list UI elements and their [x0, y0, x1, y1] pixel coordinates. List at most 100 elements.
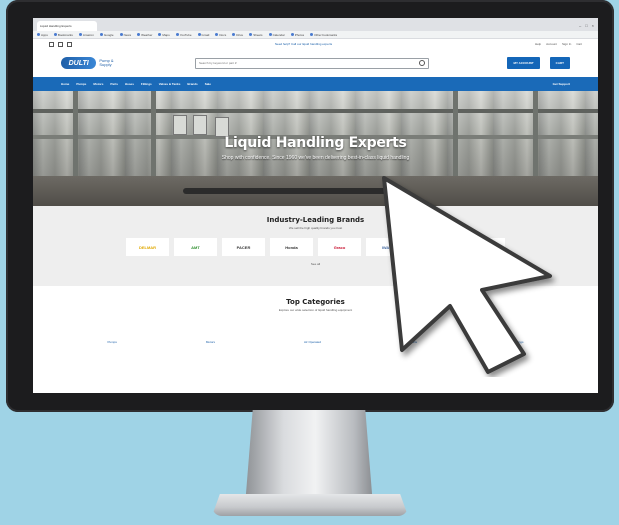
bookmark-label: Photos: [294, 32, 305, 37]
hero-subtitle: Shop with confidence. Since 1960 we've b…: [221, 155, 410, 161]
bookmark-icon: [197, 32, 201, 36]
minimize-icon[interactable]: –: [579, 24, 581, 28]
bookmark-label: Amazon: [82, 32, 94, 37]
bookmark-label: Maps: [162, 32, 170, 37]
nav-item[interactable]: Valves & Tanks: [159, 82, 181, 86]
bookmark-item[interactable]: Weather: [137, 32, 153, 37]
brand-card[interactable]: Honda: [270, 238, 313, 256]
bookmark-label: Weather: [141, 32, 153, 37]
nav-item[interactable]: Brands: [187, 82, 197, 86]
bookmark-icon: [78, 32, 82, 36]
signin-link[interactable]: Sign In: [562, 42, 571, 46]
hero-panel: [193, 115, 207, 135]
cart-button[interactable]: CART: [549, 57, 570, 69]
nav-item[interactable]: Parts: [110, 82, 118, 86]
site-header: DULTI Pump & Supply MY ACCOUNT CART: [33, 49, 598, 77]
bookmark-item[interactable]: Calendar: [268, 32, 285, 37]
category-link[interactable]: Pumps: [107, 340, 116, 344]
bookmark-label: Sheets: [253, 32, 263, 37]
search-box: [195, 57, 429, 69]
bookmark-item[interactable]: Bookmarks: [53, 32, 73, 37]
bookmark-icon: [215, 32, 219, 36]
bookmark-label: YouTube: [179, 32, 192, 37]
bookmark-icon: [249, 32, 253, 36]
nav-item[interactable]: Hoses: [125, 82, 134, 86]
brand-logo: DELMAR: [138, 244, 157, 250]
close-icon[interactable]: ×: [592, 24, 594, 28]
main-nav: Home Pumps Motors Parts Hoses Fittings Valves …: [33, 77, 598, 91]
bookmark-item[interactable]: Apps: [37, 32, 48, 37]
promo-icons: [49, 41, 72, 47]
nav-item[interactable]: Sale: [205, 82, 211, 86]
brand-logo: Honda: [285, 244, 298, 250]
brand-card[interactable]: Graco: [318, 238, 361, 256]
browser-tab[interactable]: Liquid Handling Experts: [37, 21, 97, 31]
bookmark-icon: [232, 32, 236, 36]
nav-item[interactable]: Motors: [93, 82, 103, 86]
nav-support-link[interactable]: Get Support: [553, 82, 570, 86]
cart-link[interactable]: Cart: [576, 42, 582, 46]
bookmark-icon: [37, 32, 40, 36]
bookmark-item[interactable]: Amazon: [78, 32, 94, 37]
search-input[interactable]: [199, 61, 419, 65]
bookmark-item[interactable]: Photos: [290, 32, 305, 37]
category-link[interactable]: Motors: [206, 340, 215, 344]
bookmarks-bar: Apps Bookmarks Amazon Google News Weather Maps…: [33, 31, 598, 39]
bookmark-item[interactable]: Sheets: [249, 32, 263, 37]
hero-panel: [215, 117, 229, 137]
bookmark-icon: [119, 32, 123, 36]
category-link[interactable]: Air Operated: [304, 340, 321, 344]
brand-logo: PACER: [236, 244, 251, 250]
bookmark-label: Calendar: [272, 32, 285, 37]
account-link[interactable]: Account: [546, 42, 557, 46]
bookmark-icon: [290, 32, 294, 36]
bookmark-item[interactable]: Gmail: [197, 32, 210, 37]
bookmark-icon: [53, 32, 57, 36]
window-controls: – □ ×: [579, 24, 598, 31]
logo-subtitle: Pump & Supply: [99, 58, 114, 67]
bookmark-icon: [268, 32, 272, 36]
bookmark-label: Gmail: [201, 32, 210, 37]
hero-pipe: [33, 109, 598, 113]
hero-title: Liquid Handling Experts: [224, 135, 407, 151]
hero-hose: [183, 188, 403, 194]
bookmark-item[interactable]: Maps: [158, 32, 170, 37]
bookmark-item[interactable]: Docs: [215, 32, 226, 37]
bookmark-icon: [175, 32, 179, 36]
bookmark-icon: [158, 32, 162, 36]
bookmark-label: Google: [103, 32, 114, 37]
nav-item[interactable]: Fittings: [141, 82, 152, 86]
mouse-cursor-icon: [382, 176, 552, 374]
promo-row: Need help? Call our liquid handling expe…: [33, 39, 598, 49]
bookmark-item[interactable]: YouTube: [175, 32, 192, 37]
hero-panel: [173, 115, 187, 135]
my-account-button[interactable]: MY ACCOUNT: [507, 57, 540, 69]
logo-mark: DULTI: [61, 57, 97, 69]
nav-item[interactable]: Home: [61, 82, 69, 86]
bookmark-item[interactable]: Drive: [232, 32, 243, 37]
bookmark-item[interactable]: Other bookmarks: [310, 32, 338, 37]
search-icon[interactable]: [419, 60, 425, 66]
bookmark-item[interactable]: Google: [99, 32, 114, 37]
bookmark-label: Other bookmarks: [314, 32, 338, 37]
grid-icon[interactable]: [49, 41, 54, 47]
bookmark-icon: [137, 32, 141, 36]
list-icon[interactable]: [58, 41, 63, 47]
brand-card[interactable]: DELMAR: [126, 238, 169, 256]
promo-text[interactable]: Need help? Call our liquid handling expe…: [275, 42, 332, 46]
maximize-icon[interactable]: □: [585, 24, 587, 28]
bookmark-item[interactable]: News: [119, 32, 131, 37]
brand-card[interactable]: AMT: [174, 238, 217, 256]
account-links: Help Account Sign In Cart: [535, 42, 582, 46]
site-logo[interactable]: DULTI Pump & Supply: [61, 56, 125, 70]
box-icon[interactable]: [67, 41, 72, 47]
tab-bar: Liquid Handling Experts – □ ×: [33, 18, 598, 31]
bookmark-label: Apps: [41, 32, 48, 37]
bookmark-icon: [99, 32, 103, 36]
help-link[interactable]: Help: [535, 42, 541, 46]
nav-item[interactable]: Pumps: [76, 82, 86, 86]
brand-card[interactable]: PACER: [222, 238, 265, 256]
bookmark-icon: [310, 32, 314, 36]
monitor-stand-base: [212, 494, 408, 516]
bookmark-label: Bookmarks: [57, 32, 73, 37]
